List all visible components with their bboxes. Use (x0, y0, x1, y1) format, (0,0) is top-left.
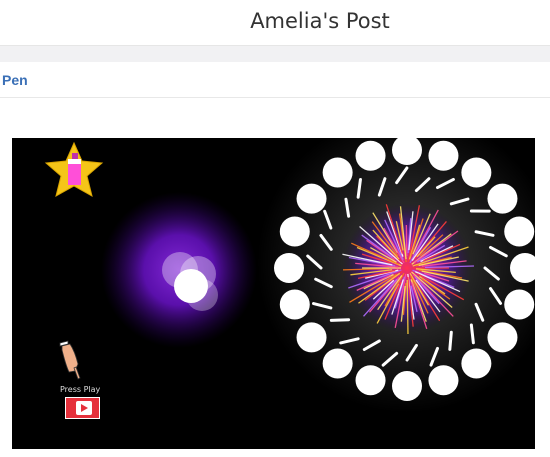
fireworks-ring-dot (487, 183, 518, 214)
fireworks-ray (406, 279, 409, 335)
fireworks-ring-dot (355, 140, 386, 171)
fireworks-ring-dot (322, 348, 353, 379)
fireworks-ring-dot (487, 322, 518, 353)
fireworks-ring-dot (274, 253, 304, 283)
press-play-label: Press Play (60, 385, 101, 394)
fireworks-ring-dot (461, 157, 492, 188)
fireworks-ring-dot (296, 322, 327, 353)
play-icon (76, 401, 92, 415)
fireworks-ring-dot (279, 216, 310, 247)
page-title: Amelia's Post (250, 9, 390, 33)
page-header: Amelia's Post (0, 0, 550, 46)
project-stage[interactable]: Press Play (12, 138, 535, 449)
fireworks-streak (469, 323, 475, 345)
play-button[interactable] (65, 397, 100, 419)
pointing-hand-icon (59, 340, 81, 380)
fireworks-ring-dot (355, 365, 386, 396)
tab-pen[interactable]: Pen (2, 72, 28, 88)
tab-bar: Pen (0, 62, 550, 98)
fireworks-ring-dot (296, 183, 327, 214)
fireworks-ring-dot (504, 216, 535, 247)
fireworks-ring-dot (428, 140, 459, 171)
fireworks-ring-dot (461, 348, 492, 379)
fireworks-ring-dot (504, 289, 535, 320)
fireworks-ring-dot (322, 157, 353, 188)
fireworks-streak (448, 330, 453, 351)
star-sprite-icon[interactable] (44, 141, 104, 197)
fireworks-ring-dot (279, 289, 310, 320)
fireworks-ring-dot (392, 371, 422, 401)
header-divider-band (0, 46, 550, 62)
fireworks-ring-dot (428, 365, 459, 396)
fireworks-streak (329, 318, 351, 322)
fireworks-core (342, 203, 472, 333)
